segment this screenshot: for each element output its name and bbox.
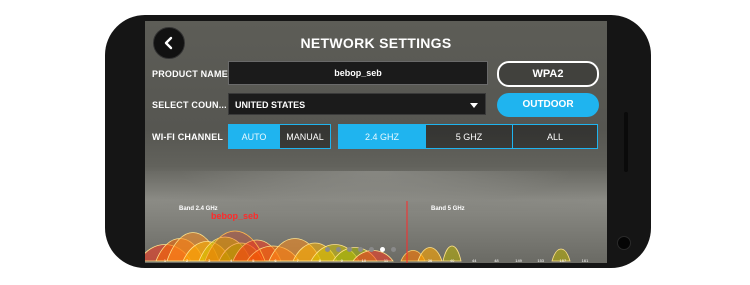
band-24-curves [145,230,394,262]
channel-manual-toggle[interactable]: MANUAL [279,124,331,149]
page-dot[interactable] [369,247,374,252]
page-dot[interactable] [380,247,385,252]
channel-auto-toggle[interactable]: AUTO [228,124,280,149]
select-country-label: SELECT COUN... [152,100,227,110]
channel-tick-label: 44 [472,258,477,263]
country-select[interactable]: UNITED STATES [228,93,486,115]
page-dot[interactable] [347,247,352,252]
band-5-label: Band 5 GHz [431,206,465,212]
page-dot[interactable] [391,247,396,252]
channel-tick-label: 10 [362,258,367,263]
band-all-toggle[interactable]: ALL [512,124,598,149]
dropdown-caret-icon [470,103,478,108]
ssid-highlight-label: bebop_seb [211,211,259,221]
security-wpa2-button[interactable]: WPA2 [497,61,599,87]
channel-tick-label: 40 [450,258,455,263]
page-dot[interactable] [325,247,330,252]
screen: NETWORK SETTINGS PRODUCT NAME bebop_seb … [145,21,607,263]
channel-tick-label: 149 [515,258,522,263]
band-5-curves [400,245,571,262]
channel-tick-label: 161 [582,258,589,263]
product-name-label: PRODUCT NAME [152,69,228,79]
page-dot[interactable] [358,247,363,252]
phone-side-button [624,112,628,172]
channel-tick-label: 48 [494,258,499,263]
page-indicator [325,247,396,252]
channel-tick-label: 153 [537,258,544,263]
page-dot[interactable] [336,247,341,252]
page-title: NETWORK SETTINGS [300,35,452,51]
channel-tick-label: 157 [560,258,567,263]
product-name-field[interactable]: bebop_seb [228,61,488,85]
wifi-channel-label: WI-FI CHANNEL [152,132,224,142]
country-select-value: UNITED STATES [235,100,306,110]
outdoor-button[interactable]: OUTDOOR [497,93,599,117]
band-24ghz-toggle[interactable]: 2.4 GHZ [338,124,426,149]
band-5ghz-toggle[interactable]: 5 GHZ [425,124,513,149]
signal-curve [204,230,266,262]
phone-camera [617,236,631,250]
channel-tick-label: 36 [428,258,433,263]
band-5-ticks: 36 40 44 48 149 153 157 161 [428,258,589,263]
